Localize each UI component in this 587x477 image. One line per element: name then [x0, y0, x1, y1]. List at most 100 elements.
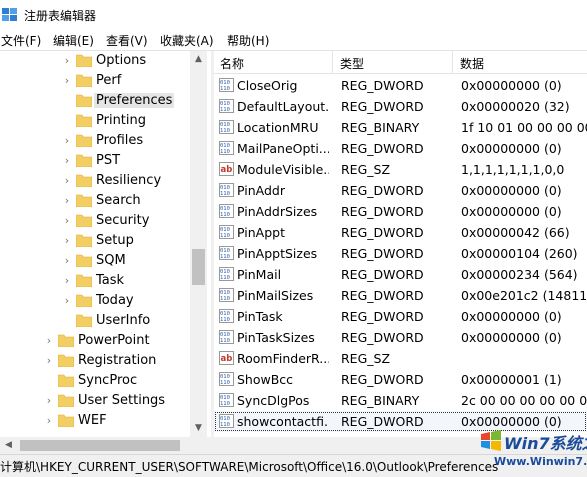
- chevron-right-icon[interactable]: ›: [62, 254, 72, 268]
- folder-icon: [76, 234, 92, 247]
- value-type: REG_DWORD: [341, 372, 424, 387]
- folder-icon: [76, 274, 92, 287]
- chevron-right-icon[interactable]: ›: [62, 154, 72, 168]
- value-row[interactable]: ab RoomFinderR... REG_SZ: [214, 348, 587, 369]
- tree-item-registration[interactable]: › Registration: [0, 351, 190, 371]
- value-row[interactable]: 010 110 PinAddr REG_DWORD 0x00000000 (0): [214, 180, 587, 201]
- value-row[interactable]: 010 110 MailPaneOpti... REG_DWORD 0x00000000…: [214, 138, 587, 159]
- chevron-right-icon[interactable]: ›: [62, 294, 72, 308]
- tree-item-wef[interactable]: › WEF: [0, 411, 190, 431]
- folder-icon: [58, 354, 74, 367]
- folder-icon: [76, 254, 92, 267]
- window-title: 注册表编辑器: [24, 9, 97, 23]
- tree-item-label: Setup: [96, 233, 134, 248]
- chevron-right-icon[interactable]: ›: [62, 234, 72, 248]
- value-row[interactable]: 010 110 ShowBcc REG_DWORD 0x00000001 (1): [214, 369, 587, 390]
- value-row[interactable]: 010 110 LocationMRU REG_BINARY 1f 10 01 00 0…: [214, 117, 587, 138]
- key-tree[interactable]: › Options › Perf Preferences Printing › Profile…: [0, 51, 211, 437]
- chevron-right-icon[interactable]: ›: [62, 74, 72, 88]
- tree-item-setup[interactable]: › Setup: [0, 231, 190, 251]
- tree-item-label: Task: [96, 273, 125, 288]
- chevron-right-icon[interactable]: ›: [62, 214, 72, 228]
- chevron-right-icon[interactable]: ›: [44, 354, 54, 368]
- chevron-right-icon[interactable]: ›: [62, 54, 72, 68]
- menu-view[interactable]: 查看(V): [106, 32, 148, 49]
- value-row[interactable]: 010 110 PinMail REG_DWORD 0x00000234 (564): [214, 264, 587, 285]
- tree-item-search[interactable]: › Search: [0, 191, 190, 211]
- value-data: 0x00000000 (0): [461, 204, 562, 219]
- column-name-header[interactable]: 名称: [220, 55, 244, 72]
- svg-text:110: 110: [220, 86, 230, 92]
- values-list[interactable]: 名称 类型 数据 010 110 CloseOrig REG_DWORD 0x00000…: [214, 51, 587, 437]
- value-data: 0x00000000 (0): [461, 309, 562, 324]
- column-data-header[interactable]: 数据: [460, 55, 484, 72]
- value-name: showcontactfi...: [237, 414, 329, 429]
- tree-item-label: Profiles: [96, 133, 144, 148]
- tree-item-label: SyncProc: [78, 373, 138, 388]
- tree-item-powerpoint[interactable]: › PowerPoint: [0, 331, 190, 351]
- regedit-icon: [2, 8, 17, 21]
- tree-item-syncproc[interactable]: SyncProc: [0, 371, 190, 391]
- chevron-right-icon[interactable]: ›: [44, 334, 54, 348]
- column-divider[interactable]: [452, 51, 453, 73]
- tree-item-label: PowerPoint: [78, 333, 150, 348]
- chevron-right-icon[interactable]: ›: [44, 414, 54, 428]
- menu-help[interactable]: 帮助(H): [227, 32, 269, 49]
- chevron-right-icon[interactable]: ›: [62, 134, 72, 148]
- key-path: 计算机\HKEY_CURRENT_USER\SOFTWARE\Microsoft…: [0, 460, 499, 474]
- tree-item-sqm[interactable]: › SQM: [0, 251, 190, 271]
- menu-edit[interactable]: 编辑(E): [53, 32, 94, 49]
- value-row[interactable]: 010 110 PinApptSizes REG_DWORD 0x00000104 (2…: [214, 243, 587, 264]
- chevron-right-icon[interactable]: ›: [44, 394, 54, 408]
- menu-file[interactable]: 文件(F): [1, 32, 41, 49]
- value-row[interactable]: 010 110 SyncDlgPos REG_BINARY 2c 00 00 00 00…: [214, 390, 587, 411]
- tree-item-resiliency[interactable]: › Resiliency: [0, 171, 190, 191]
- tree-item-printing[interactable]: Printing: [0, 111, 190, 131]
- value-row[interactable]: 010 110 DefaultLayout... REG_DWORD 0x0000002…: [214, 96, 587, 117]
- value-row[interactable]: ab ModuleVisible... REG_SZ 1,1,1,1,1,1,1,0,…: [214, 159, 587, 180]
- scroll-left-icon[interactable]: ◀: [0, 437, 17, 454]
- value-row[interactable]: 010 110 CloseOrig REG_DWORD 0x00000000 (0): [214, 75, 587, 96]
- value-data: 0x00000104 (260): [461, 246, 578, 261]
- tree-item-label: WEF: [78, 413, 107, 428]
- value-row[interactable]: 010 110 PinMailSizes REG_DWORD 0x00e201c2 (1…: [214, 285, 587, 306]
- value-type: REG_DWORD: [341, 330, 424, 345]
- scroll-up-icon[interactable]: ▲: [190, 51, 207, 68]
- scroll-down-icon[interactable]: ▼: [190, 420, 207, 437]
- title-bar: 注册表编辑器: [0, 0, 587, 30]
- tree-item-profiles[interactable]: › Profiles: [0, 131, 190, 151]
- tree-item-security[interactable]: › Security: [0, 211, 190, 231]
- tree-item-pst[interactable]: › PST: [0, 151, 190, 171]
- chevron-right-icon[interactable]: ›: [62, 174, 72, 188]
- value-row[interactable]: 010 110 PinAppt REG_DWORD 0x00000042 (66): [214, 222, 587, 243]
- tree-item-perf[interactable]: › Perf: [0, 71, 190, 91]
- value-data: 0x00000000 (0): [461, 414, 562, 429]
- value-row[interactable]: 010 110 PinTaskSizes REG_DWORD 0x00000000 (0…: [214, 327, 587, 348]
- tree-item-options[interactable]: › Options: [0, 51, 190, 71]
- value-type: REG_DWORD: [341, 141, 424, 156]
- horizontal-scroll-thumb[interactable]: [20, 440, 180, 451]
- tree-item-preferences[interactable]: Preferences: [0, 91, 190, 111]
- svg-text:110: 110: [220, 401, 230, 407]
- value-row[interactable]: 010 110 PinTask REG_DWORD 0x00000000 (0): [214, 306, 587, 327]
- chevron-right-icon[interactable]: ›: [62, 194, 72, 208]
- tree-item-today[interactable]: › Today: [0, 291, 190, 311]
- chevron-right-icon[interactable]: ›: [62, 274, 72, 288]
- value-row[interactable]: 010 110 PinAddrSizes REG_DWORD 0x00000000 (0…: [214, 201, 587, 222]
- tree-vertical-scrollbar[interactable]: ▲ ▼: [190, 51, 207, 437]
- tree-scroll-thumb[interactable]: [192, 249, 205, 285]
- value-type: REG_BINARY: [341, 393, 420, 408]
- column-divider[interactable]: [332, 51, 333, 73]
- tree-item-task[interactable]: › Task: [0, 271, 190, 291]
- tree-item-label: Options: [96, 53, 147, 68]
- value-type: REG_DWORD: [341, 99, 424, 114]
- folder-icon: [76, 74, 92, 87]
- folder-icon: [76, 114, 92, 127]
- tree-item-user-settings[interactable]: › User Settings: [0, 391, 190, 411]
- tree-item-label: Preferences: [94, 93, 175, 108]
- column-type-header[interactable]: 类型: [340, 55, 364, 72]
- menu-favorites[interactable]: 收藏夹(A): [160, 32, 214, 49]
- binary-value-icon: 010110: [219, 393, 234, 407]
- tree-item-userinfo[interactable]: UserInfo: [0, 311, 190, 331]
- value-data: 0x00000000 (0): [461, 78, 562, 93]
